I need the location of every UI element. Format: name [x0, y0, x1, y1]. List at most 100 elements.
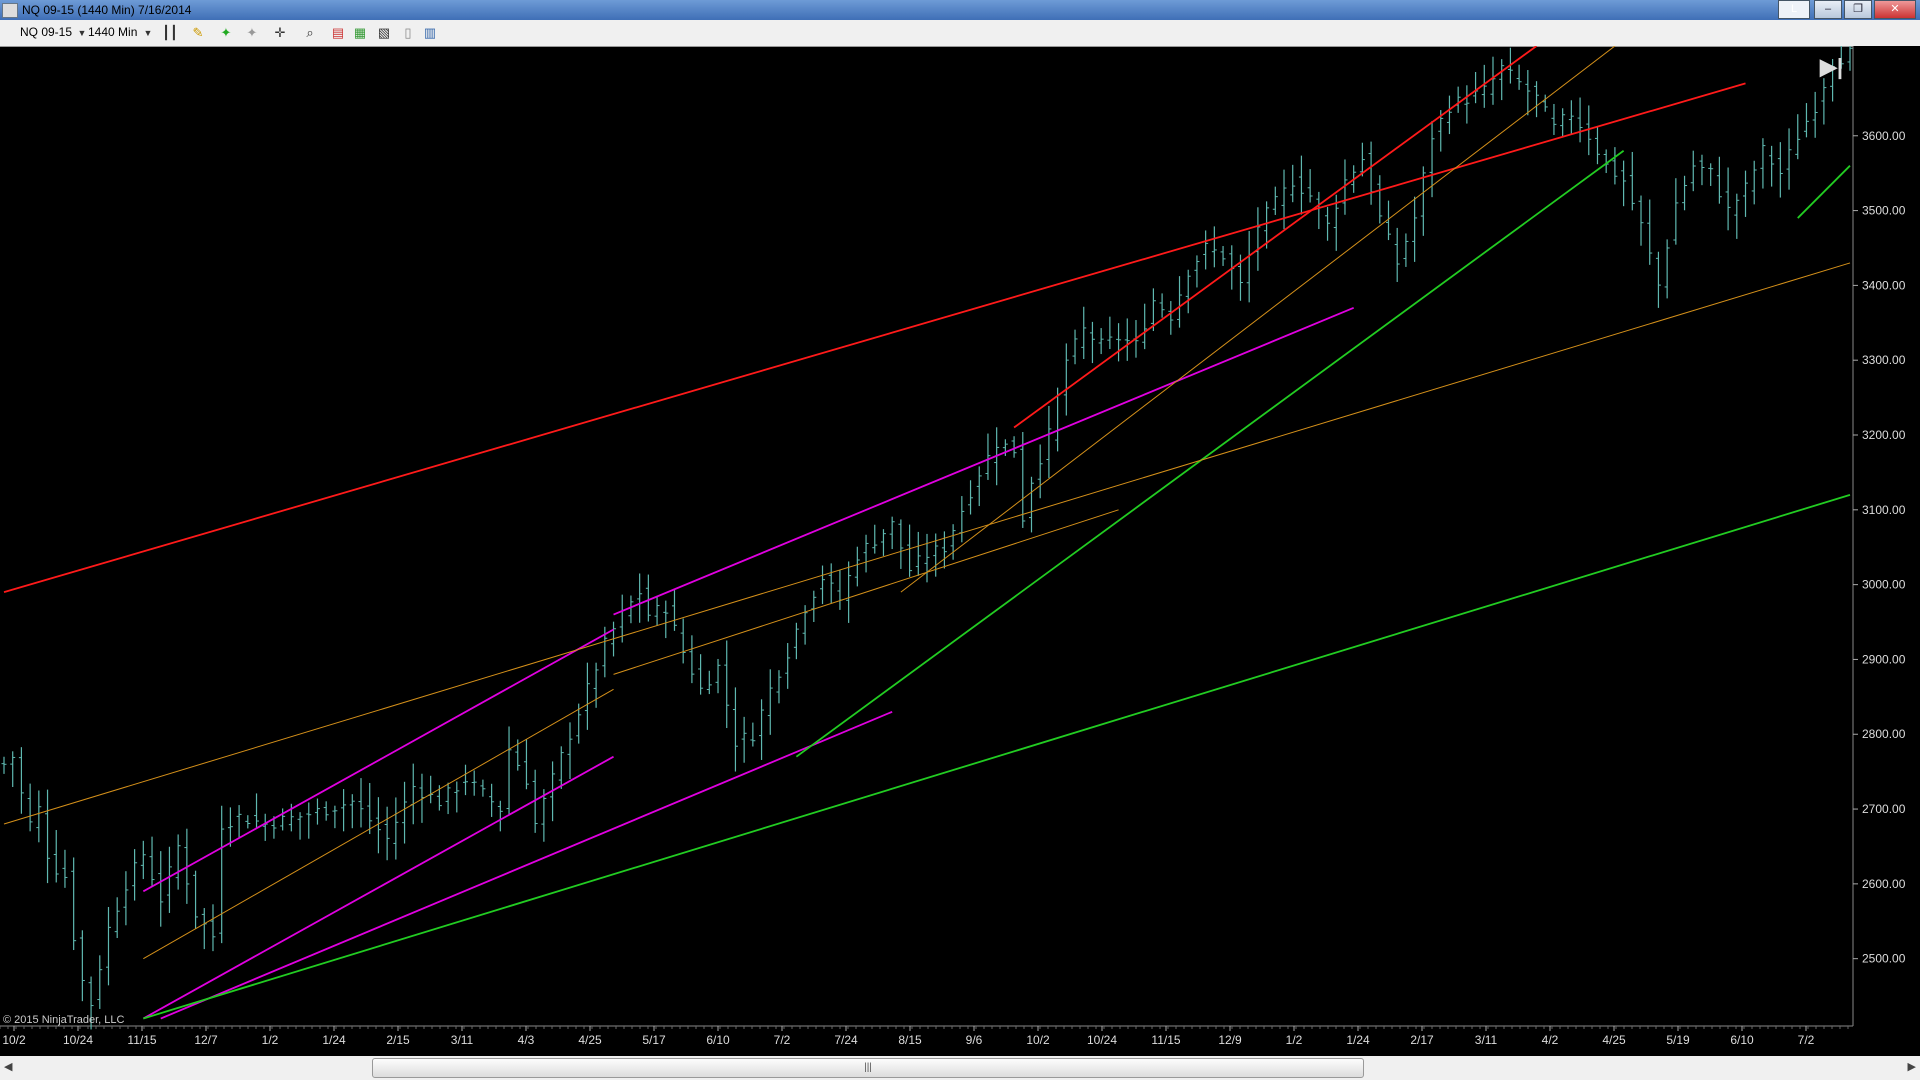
ohlc-bar [750, 722, 756, 747]
x-tick-label: 9/6 [966, 1033, 983, 1047]
chart-toolbar: NQ 09-15 ▼ 1440 Min ▼ ┃┃ ✎ ✦ ✦ ✛ ⌕ ▤ ▦ ▧… [0, 20, 1920, 47]
ohlc-bar [314, 798, 320, 825]
ohlc-bar [71, 857, 77, 951]
zoom-icon[interactable]: ⌕ [302, 25, 318, 41]
ohlc-bar [959, 496, 965, 543]
ohlc-bar [889, 516, 895, 550]
chart-trader-icon[interactable]: ▤ [330, 25, 346, 41]
ohlc-bar [698, 654, 704, 695]
ohlc-bar [915, 531, 921, 576]
ohlc-bar [1281, 169, 1287, 230]
ohlc-bar [1743, 170, 1749, 217]
ohlc-bar [1621, 160, 1627, 207]
ohlc-bar [872, 524, 878, 554]
strategy-icon[interactable]: ✦ [244, 25, 260, 41]
price-chart[interactable]: 2500.00 2600.00 2700.00 2800.00 2900.00 3000.… [0, 46, 1920, 1056]
scroll-left-icon[interactable]: ◀ [4, 1060, 12, 1073]
ohlc-bar [27, 783, 33, 832]
x-tick-label: 11/15 [1151, 1033, 1180, 1047]
ohlc-bar [358, 778, 364, 828]
ohlc-bar [1655, 251, 1661, 308]
link-button[interactable]: L [1778, 0, 1810, 19]
ohlc-bar [123, 871, 129, 926]
chart-area[interactable]: 2500.00 2600.00 2700.00 2800.00 2900.00 3000.… [0, 46, 1920, 1056]
ohlc-bar [793, 622, 799, 660]
ohlc-bar [410, 763, 416, 825]
ohlc-bar [1725, 167, 1731, 231]
ohlc-bar [53, 830, 59, 883]
ohlc-bar [1699, 154, 1705, 186]
ohlc-bar [1760, 138, 1766, 189]
data-box-icon[interactable]: ▦ [352, 25, 368, 41]
ohlc-bar [158, 851, 164, 927]
ohlc-bar [976, 466, 982, 507]
ohlc-bar [767, 669, 773, 735]
ohlc-bar [985, 433, 991, 480]
x-tick-label: 4/25 [1602, 1033, 1626, 1047]
trendline [900, 46, 1616, 593]
ohlc-bar [480, 779, 486, 797]
bar-type-icon[interactable]: ┃┃ [162, 25, 178, 41]
drawing-pencil-icon[interactable]: ✎ [190, 25, 206, 41]
restore-button[interactable]: ❐ [1844, 0, 1872, 19]
y-tick-label: 2700.00 [1862, 802, 1906, 816]
properties-icon[interactable]: ▧ [376, 25, 392, 41]
close-button[interactable]: ✕ [1874, 0, 1916, 19]
x-tick-label: 1/2 [1286, 1033, 1303, 1047]
ohlc-bar [628, 595, 634, 624]
interval-dropdown-icon[interactable]: ▼ [140, 25, 156, 41]
x-tick-label: 6/10 [1730, 1033, 1754, 1047]
x-tick-label: 12/7 [194, 1033, 218, 1047]
snapshot-icon[interactable]: ▯ [400, 25, 416, 41]
ohlc-bar [1037, 444, 1043, 499]
ohlc-bar [454, 781, 460, 813]
y-tick-label: 2900.00 [1862, 652, 1906, 666]
ohlc-bar [497, 800, 503, 832]
go-to-end-icon[interactable]: ▶| [1820, 54, 1843, 80]
ohlc-bar [1272, 186, 1278, 215]
ohlc-bar [593, 662, 599, 708]
ohlc-bar [898, 519, 904, 569]
ohlc-bar [1246, 230, 1252, 303]
y-tick-label: 2500.00 [1862, 952, 1906, 966]
window-title: NQ 09-15 (1440 Min) 7/16/2014 [22, 3, 192, 17]
crosshair-icon[interactable]: ✛ [272, 25, 288, 41]
ohlc-bar [1664, 239, 1670, 299]
x-tick-label: 4/2 [1542, 1033, 1559, 1047]
ohlc-bar [785, 643, 791, 689]
minimize-button[interactable]: – [1814, 0, 1842, 19]
ohlc-bar [1490, 56, 1496, 105]
layout-icon[interactable]: ▥ [422, 25, 438, 41]
interval-selector[interactable]: 1440 Min [88, 25, 137, 39]
ohlc-bar [1734, 193, 1740, 239]
ohlc-bar [166, 846, 172, 913]
x-tick-label: 11/15 [127, 1033, 156, 1047]
y-tick-label: 3500.00 [1862, 204, 1906, 218]
ohlc-bar [1612, 147, 1618, 185]
title-bar: NQ 09-15 (1440 Min) 7/16/2014 L – ❐ ✕ [0, 0, 1920, 20]
ohlc-bar [854, 546, 860, 587]
x-tick-label: 12/9 [1218, 1033, 1242, 1047]
ohlc-bar [820, 565, 826, 605]
indicator-icon[interactable]: ✦ [218, 25, 234, 41]
ohlc-bar [837, 570, 843, 610]
ohlc-bar [1290, 164, 1296, 203]
ohlc-bar [332, 805, 338, 829]
ohlc-bar [523, 739, 529, 790]
ohlc-bar [1255, 207, 1261, 271]
ohlc-bar [1525, 70, 1531, 116]
trendline [3, 82, 1746, 593]
scroll-right-icon[interactable]: ▶ [1908, 1060, 1916, 1073]
ohlc-bar [463, 764, 468, 796]
ohlc-bar [367, 782, 373, 835]
ohlc-bar [968, 480, 974, 515]
horizontal-scrollbar[interactable]: ◀ ||| ▶ [0, 1056, 1920, 1080]
ohlc-bar [1081, 306, 1087, 360]
ohlc-bar [1107, 316, 1113, 350]
ohlc-bar [1124, 318, 1130, 361]
ohlc-bar [1368, 141, 1374, 205]
ohlc-bar [741, 716, 747, 763]
scroll-thumb[interactable]: ||| [372, 1058, 1364, 1078]
instrument-selector[interactable]: NQ 09-15 [20, 25, 72, 39]
ohlc-bar [776, 670, 782, 704]
